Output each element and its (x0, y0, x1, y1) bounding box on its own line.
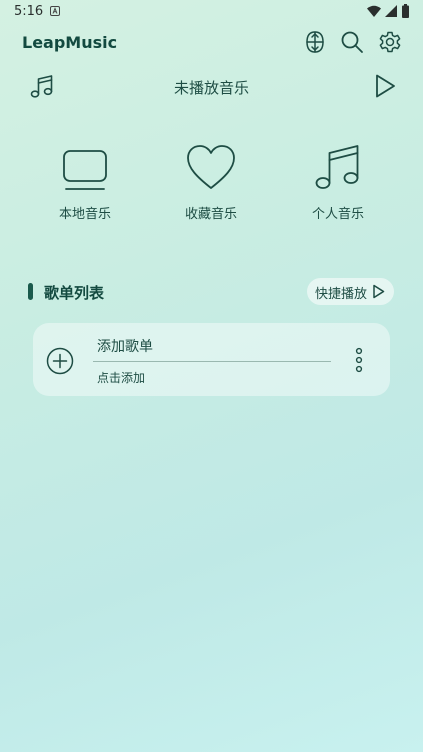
local-music-label: 本地音乐 (58, 207, 111, 222)
status-time: 5:16 (14, 4, 44, 19)
search-button[interactable] (340, 30, 364, 54)
favorite-music-button[interactable]: 收藏音乐 (161, 143, 261, 222)
personal-music-button[interactable]: 个人音乐 (288, 143, 388, 222)
equalizer-icon (306, 31, 324, 53)
battery-icon (402, 4, 409, 18)
quick-play-label: 快捷播放 (315, 287, 368, 302)
search-icon (341, 31, 363, 53)
notification-icon (50, 6, 60, 16)
playlist-section-title: 歌单列表 (44, 284, 105, 302)
music-note-icon (315, 145, 359, 189)
heart-icon (187, 145, 235, 189)
monitor-icon (63, 150, 107, 190)
equalizer-button[interactable] (303, 30, 327, 54)
app-title: LeapMusic (22, 33, 118, 52)
play-icon[interactable] (373, 73, 397, 99)
playlist-name: 添加歌单 (97, 339, 153, 355)
settings-button[interactable] (378, 30, 402, 54)
more-vertical-icon[interactable] (351, 347, 367, 373)
gear-icon (379, 31, 401, 53)
add-circle-icon[interactable] (46, 347, 74, 375)
local-music-button[interactable]: 本地音乐 (35, 143, 135, 222)
playlist-subtitle: 点击添加 (97, 371, 146, 385)
signal-icon (385, 5, 397, 17)
play-icon (373, 284, 385, 299)
wifi-icon (367, 5, 381, 17)
section-indicator (28, 283, 33, 300)
personal-music-label: 个人音乐 (311, 207, 364, 222)
add-playlist-card[interactable]: 添加歌单 点击添加 (33, 323, 390, 396)
status-bar: 5:16 (0, 0, 423, 24)
favorite-music-label: 收藏音乐 (184, 207, 237, 222)
quick-play-button[interactable]: 快捷播放 (307, 278, 394, 305)
now-playing-title[interactable]: 未播放音乐 (0, 77, 423, 98)
divider (93, 361, 331, 362)
